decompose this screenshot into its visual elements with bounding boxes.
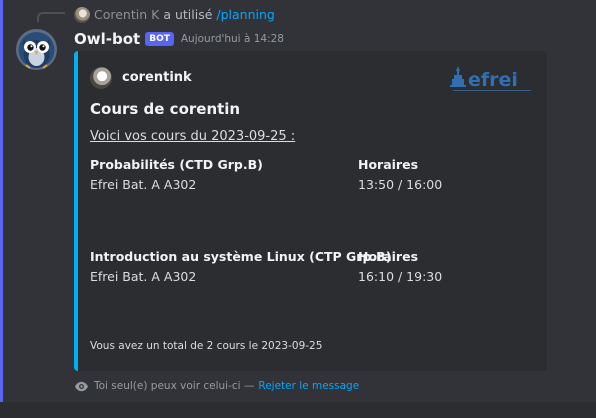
course-name: Introduction au système Linux (CTP Grp.B… [90, 249, 392, 264]
reply-username[interactable]: Corentin K [94, 7, 159, 22]
embed-card: corentink efrei Cours de corentin Voici … [74, 51, 547, 371]
course-location: Efrei Bat. A A302 [90, 269, 197, 284]
embed-footer: Vous avez un total de 2 cours le 2023-09… [90, 340, 323, 352]
embed-title: Cours de corentin [90, 100, 241, 118]
schedule-label: Horaires [358, 157, 419, 172]
embed-accent-bar [74, 51, 78, 371]
owl-icon [16, 29, 57, 70]
efrei-logo-icon: efrei [450, 66, 531, 91]
efrei-logo-text: efrei [468, 69, 518, 91]
reply-line: Corentin K a utilisé /planning [94, 6, 275, 23]
reply-action: a utilisé [163, 7, 213, 22]
dismiss-message-link[interactable]: Rejeter le message [258, 380, 359, 392]
embed-author-avatar [90, 67, 112, 89]
embed-author-name: corentink [122, 70, 192, 85]
schedule-label: Horaires [358, 249, 419, 264]
efrei-logo: efrei [449, 63, 533, 95]
reply-spine [37, 12, 65, 22]
owl-bot-avatar[interactable] [16, 29, 57, 70]
embed-description: Voici vos cours du 2023-09-25 : [90, 129, 296, 144]
bottom-strip [0, 402, 596, 418]
ephemeral-text: Toi seul(e) peux voir celui-ci — [94, 380, 255, 392]
course-schedule: 13:50 / 16:00 [358, 177, 443, 192]
slash-command[interactable]: /planning [216, 7, 274, 22]
chat-message-area: Corentin K a utilisé /planning Owl-bot B… [0, 0, 596, 418]
bot-username[interactable]: Owl-bot [74, 30, 140, 48]
reply-user-avatar[interactable] [74, 7, 90, 23]
eye-icon [74, 381, 89, 391]
bot-badge: BOT [145, 32, 174, 46]
message-timestamp[interactable]: Aujourd'hui à 14:28 [181, 33, 284, 45]
course-location: Efrei Bat. A A302 [90, 177, 197, 192]
course-name: Probabilités (CTD Grp.B) [90, 157, 263, 172]
highlight-bar [0, 0, 3, 402]
course-schedule: 16:10 / 19:30 [358, 269, 443, 284]
message-header: Owl-bot BOT Aujourd'hui à 14:28 [74, 29, 284, 49]
ephemeral-notice: Toi seul(e) peux voir celui-ci — Rejeter… [74, 378, 359, 394]
